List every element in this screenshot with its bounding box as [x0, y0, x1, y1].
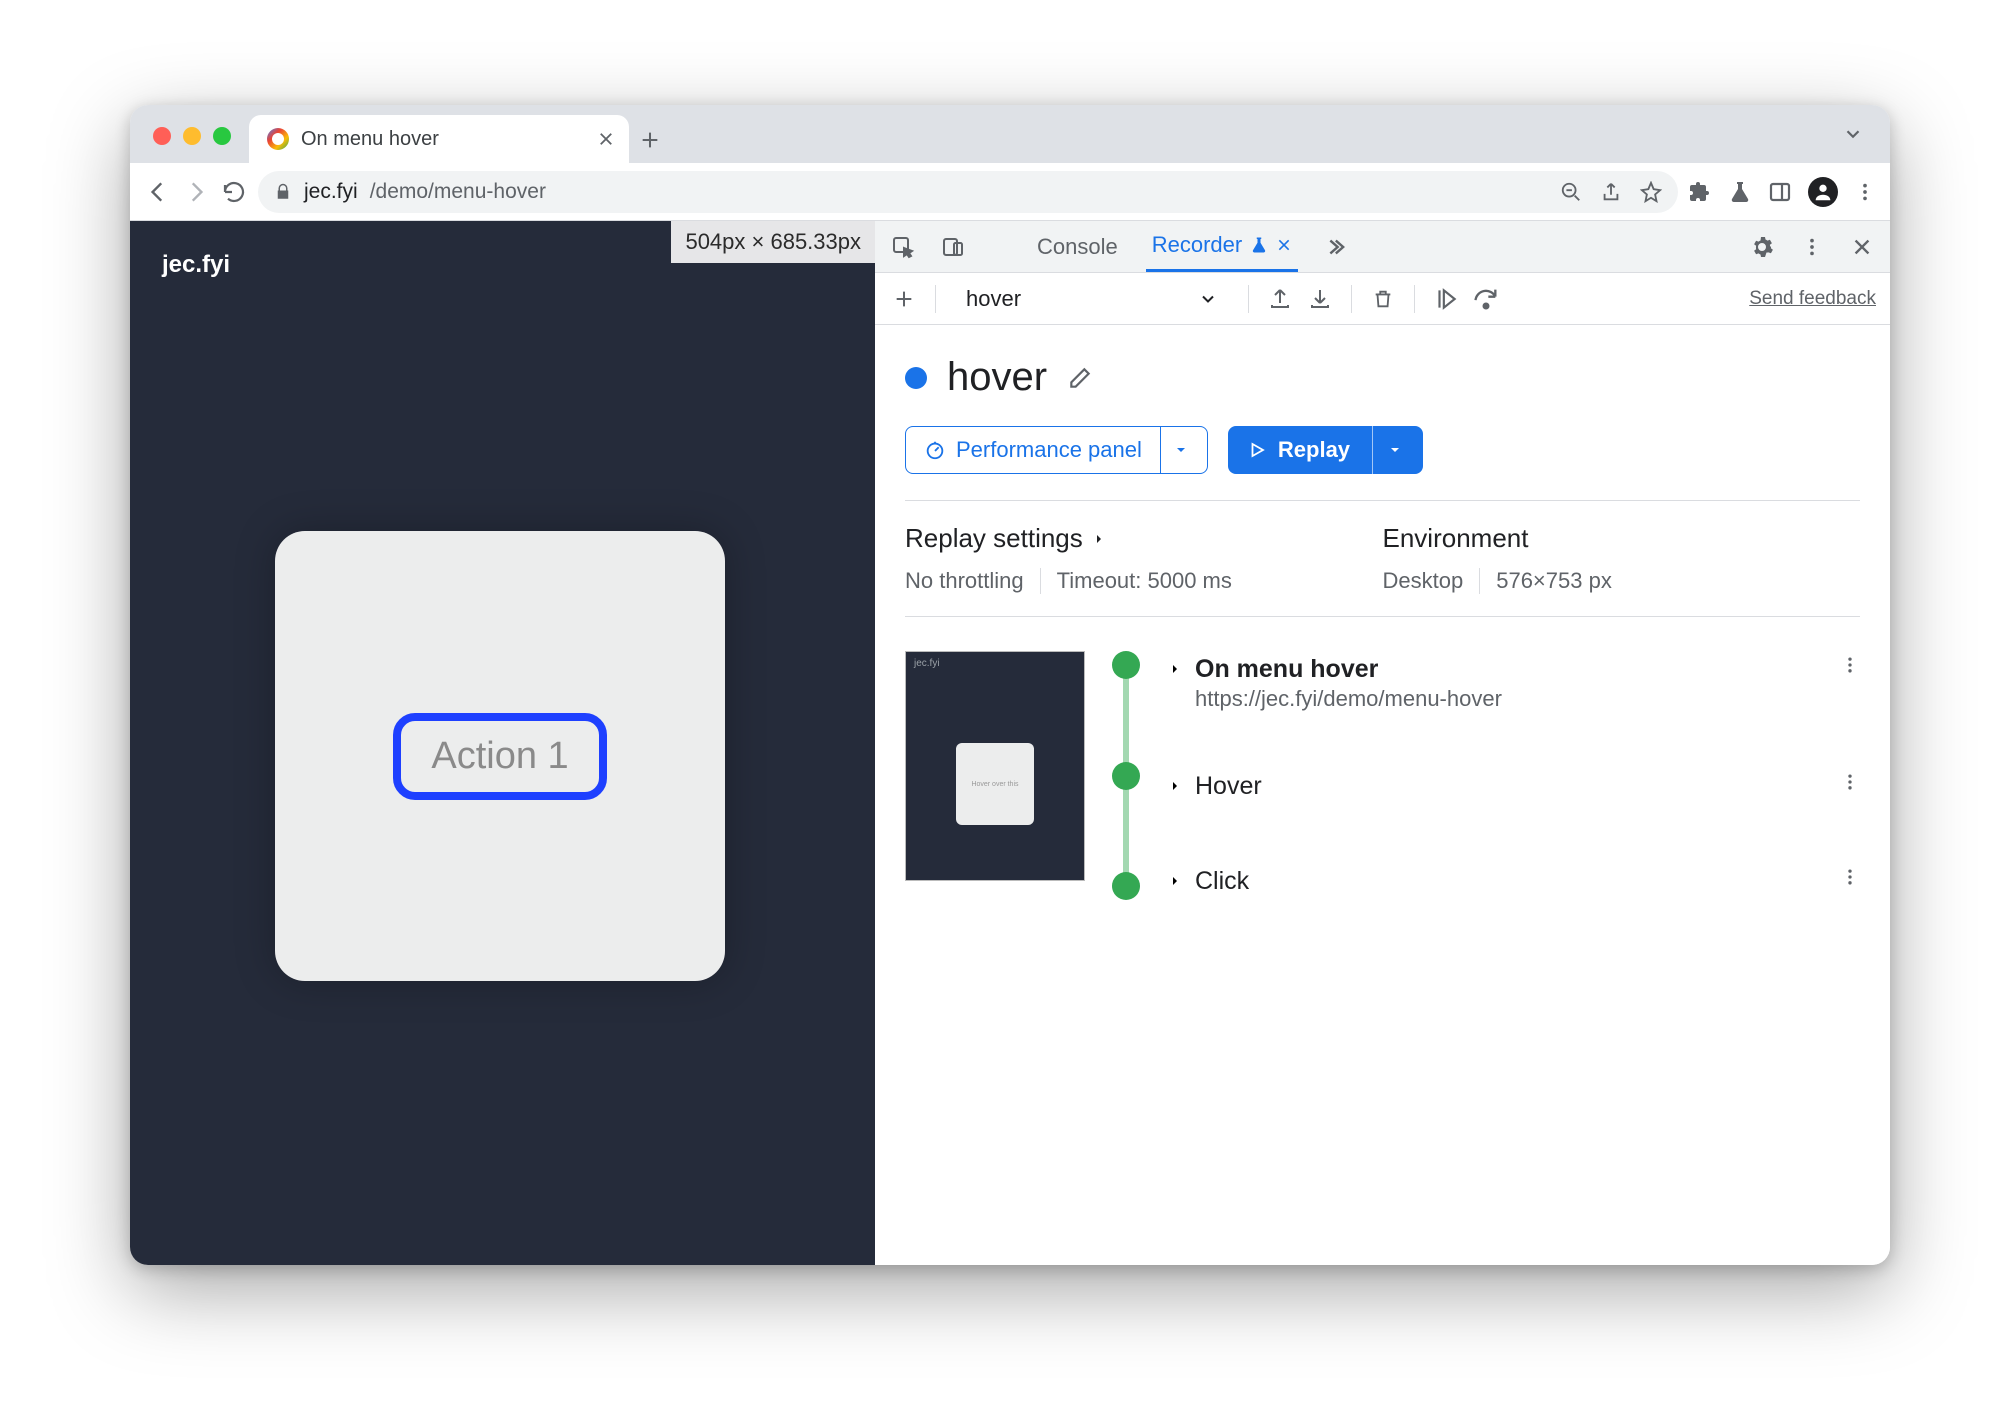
steps-section: jec.fyi Hover over this	[905, 617, 1860, 900]
recording-indicator-icon	[905, 367, 927, 389]
step-over-icon[interactable]	[1471, 284, 1501, 314]
action-button[interactable]: Action 1	[393, 713, 606, 800]
more-tabs-icon[interactable]	[1320, 233, 1348, 261]
gauge-icon	[924, 439, 946, 461]
side-panel-icon[interactable]	[1768, 180, 1792, 204]
browser-window: On menu hover jec.fyi/demo/menu-hover	[130, 105, 1890, 1265]
back-button[interactable]	[144, 178, 172, 206]
zoom-out-icon[interactable]	[1560, 181, 1582, 203]
close-tab-button[interactable]	[597, 130, 615, 148]
favicon-icon	[267, 128, 289, 150]
timeline-dot	[1112, 651, 1140, 679]
profile-avatar[interactable]	[1808, 177, 1838, 207]
replay-settings-section: Replay settings No throttling Timeout: 5…	[905, 500, 1860, 617]
step-url: https://jec.fyi/demo/menu-hover	[1195, 686, 1502, 712]
reload-button[interactable]	[220, 178, 248, 206]
extensions-icon[interactable]	[1688, 180, 1712, 204]
flask-icon	[1250, 236, 1268, 254]
step-title: On menu hover	[1195, 655, 1502, 684]
chevron-down-icon[interactable]	[1372, 426, 1403, 474]
play-icon	[1248, 441, 1266, 459]
devtools-tabbar: Console Recorder	[875, 221, 1890, 273]
address-toolbar: jec.fyi/demo/menu-hover	[130, 163, 1890, 221]
fullscreen-window-button[interactable]	[213, 127, 231, 145]
chevron-right-icon	[1167, 778, 1183, 794]
minimize-window-button[interactable]	[183, 127, 201, 145]
step-title: Click	[1195, 867, 1249, 896]
dimension-overlay: 504px × 685.33px	[671, 221, 875, 263]
page-viewport: jec.fyi 504px × 685.33px Action 1	[130, 221, 875, 1265]
environment-header: Environment	[1383, 523, 1861, 554]
timeout-value: Timeout: 5000 ms	[1057, 568, 1248, 594]
tab-dropdown-button[interactable]	[1842, 123, 1864, 145]
throttling-value: No throttling	[905, 568, 1041, 594]
step-menu-button[interactable]	[1840, 867, 1860, 887]
close-devtools-icon[interactable]	[1848, 233, 1876, 261]
send-feedback-link[interactable]: Send feedback	[1749, 288, 1876, 310]
tab-recorder[interactable]: Recorder	[1146, 221, 1298, 272]
url-path: /demo/menu-hover	[370, 180, 546, 204]
chevron-right-icon	[1167, 873, 1183, 889]
url-host: jec.fyi	[304, 180, 358, 204]
demo-card: Action 1	[275, 531, 725, 981]
devtools-panel: Console Recorder hove	[875, 221, 1890, 1265]
window-controls	[153, 127, 231, 145]
recorder-toolbar: hover Send feedback	[875, 273, 1890, 325]
step-play-icon[interactable]	[1431, 284, 1461, 314]
viewport-value: 576×753 px	[1496, 568, 1628, 594]
delete-icon[interactable]	[1368, 284, 1398, 314]
tab-console[interactable]: Console	[1031, 221, 1124, 272]
edit-title-button[interactable]	[1067, 365, 1093, 391]
recording-select[interactable]: hover	[952, 281, 1232, 317]
labs-flask-icon[interactable]	[1728, 180, 1752, 204]
step-item[interactable]: Hover	[1167, 768, 1860, 805]
browser-tab[interactable]: On menu hover	[249, 115, 629, 163]
gear-icon[interactable]	[1748, 233, 1776, 261]
devtools-menu-icon[interactable]	[1798, 233, 1826, 261]
forward-button[interactable]	[182, 178, 210, 206]
performance-panel-button[interactable]: Performance panel	[905, 426, 1208, 474]
replay-button[interactable]: Replay	[1228, 426, 1423, 474]
bookmark-star-icon[interactable]	[1640, 181, 1662, 203]
inspect-element-icon[interactable]	[889, 233, 917, 261]
replay-settings-header[interactable]: Replay settings	[905, 523, 1383, 554]
step-item[interactable]: On menu hover https://jec.fyi/demo/menu-…	[1167, 651, 1860, 716]
add-recording-button[interactable]	[889, 284, 919, 314]
chevron-down-icon	[1198, 289, 1218, 309]
timeline-dot	[1112, 872, 1140, 900]
step-item[interactable]: Click	[1167, 863, 1860, 900]
chevron-down-icon[interactable]	[1160, 427, 1189, 473]
tab-title: On menu hover	[301, 128, 439, 151]
step-menu-button[interactable]	[1840, 655, 1860, 675]
share-icon[interactable]	[1600, 181, 1622, 203]
close-tab-icon[interactable]	[1276, 237, 1292, 253]
export-icon[interactable]	[1265, 284, 1295, 314]
recording-title: hover	[947, 355, 1047, 400]
screenshot-thumbnail[interactable]: jec.fyi Hover over this	[905, 651, 1085, 881]
device-value: Desktop	[1383, 568, 1481, 594]
recording-header: hover	[905, 355, 1860, 400]
tab-strip: On menu hover	[130, 105, 1890, 163]
browser-menu-button[interactable]	[1854, 181, 1876, 203]
import-icon[interactable]	[1305, 284, 1335, 314]
new-tab-button[interactable]	[639, 129, 661, 151]
chevron-right-icon	[1167, 661, 1183, 677]
step-menu-button[interactable]	[1840, 772, 1860, 792]
timeline	[1109, 651, 1143, 900]
lock-icon	[274, 183, 292, 201]
chevron-right-icon	[1091, 531, 1107, 547]
close-window-button[interactable]	[153, 127, 171, 145]
timeline-dot	[1112, 762, 1140, 790]
device-toolbar-icon[interactable]	[939, 233, 967, 261]
address-bar[interactable]: jec.fyi/demo/menu-hover	[258, 171, 1678, 213]
step-title: Hover	[1195, 772, 1262, 801]
